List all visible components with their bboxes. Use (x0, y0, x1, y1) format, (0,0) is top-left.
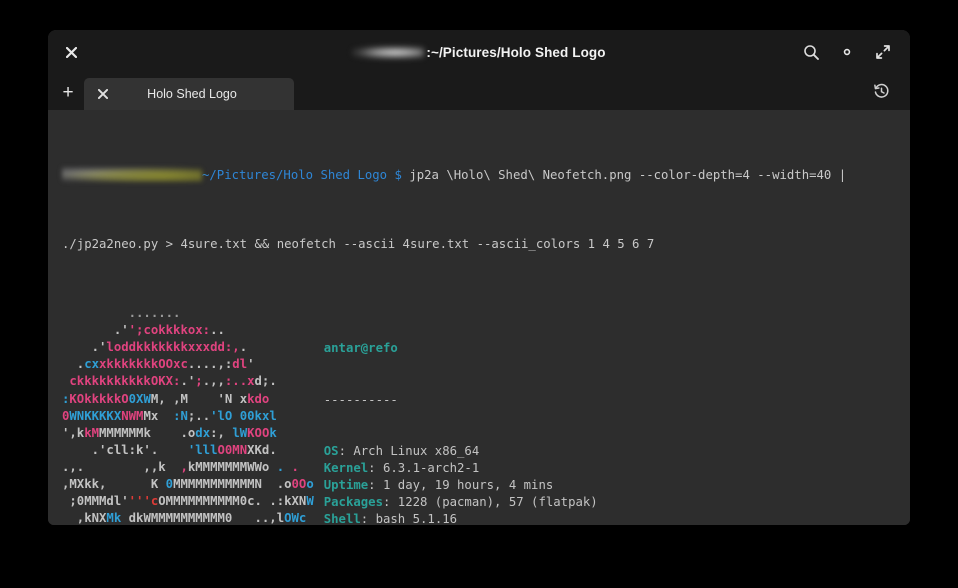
terminal-output[interactable]: ~/Pictures/Holo Shed Logo $ jp2a \Holo\ … (48, 110, 910, 525)
neofetch-separator: ---------- (323, 392, 398, 407)
ascii-art: ....... .'';cokkkkox:.. .'loddkkkkkkkxxx… (62, 305, 314, 525)
search-icon (803, 44, 819, 60)
history-button[interactable] (866, 76, 896, 106)
neofetch-entries: OS: Arch Linux x86_64 Kernel: 6.3.1-arch2… (324, 443, 768, 525)
redacted-username (352, 45, 425, 59)
fullscreen-icon (876, 45, 890, 59)
tabbar-actions (866, 76, 910, 110)
neofetch-entry-value: : 6.3.1-arch2-1 (368, 460, 480, 475)
window-close-button[interactable] (54, 35, 88, 69)
new-tab-button[interactable]: + (52, 77, 84, 107)
search-button[interactable] (796, 37, 826, 67)
close-icon (65, 46, 77, 58)
ascii-art-line: ckkkkkkkkkkOKX:.';.,,:..xd;. (62, 374, 277, 389)
command-text-line1: jp2a \Holo\ Shed\ Neofetch.png --color-d… (409, 168, 847, 183)
ascii-art-line: .cxxkkkkkkkOOxc....,:dl' (62, 357, 255, 372)
ascii-art-line: :KOkkkkkO0XWM, ,M 'N xkdo (62, 391, 270, 406)
fullscreen-button[interactable] (868, 37, 898, 67)
neofetch-entry-label: Packages (323, 495, 383, 510)
ascii-art-line: ',kkMMMMMMMk .odx:, lWKOOk (62, 425, 277, 440)
neofetch-entry-label: Shell (323, 512, 361, 525)
tab-close-button[interactable] (90, 89, 116, 99)
redacted-prompt-user (62, 167, 202, 183)
ascii-art-line: ;0MMMdl''''cOMMMMMMMMMM0c. .:kXNW (62, 494, 314, 509)
ascii-art-line: .'loddkkkkkkkxxxdd:,. (62, 340, 248, 355)
neofetch-entry: Uptime: 1 day, 19 hours, 4 mins (324, 477, 768, 494)
window-title-text: :~/Pictures/Holo Shed Logo (426, 44, 606, 60)
ascii-art-line: ....... (62, 306, 181, 321)
prompt-path: ~/Pictures/Holo Shed Logo (202, 168, 388, 183)
ascii-art-line: ,kNXMk dkWMMMMMMMMMM0 ..,lOWc (62, 511, 307, 525)
ascii-art-line: 0WNKKKKXNWMMx :N;..'lO 00kxl (62, 408, 277, 423)
tab-holo-shed-logo[interactable]: Holo Shed Logo (84, 78, 294, 110)
command-text-line2: ./jp2a2neo.py > 4sure.txt && neofetch --… (62, 236, 655, 251)
neofetch-user-host: antar@refo (323, 341, 398, 356)
neofetch-entry-label: Uptime (323, 477, 369, 492)
tab-bar: + Holo Shed Logo (48, 74, 910, 110)
neofetch-info: antar@refo ---------- OS: Arch Linux x86… (324, 305, 768, 525)
neofetch-entry-value: : Arch Linux x86_64 (338, 443, 480, 458)
neofetch-body: ....... .'';cokkkkox:.. .'loddkkkkkkkxxx… (48, 305, 910, 525)
ascii-art-line: ,MXkk, K 0MMMMMMMMMMMN .o0Oo (62, 476, 314, 491)
gear-icon (843, 48, 851, 56)
settings-button[interactable] (832, 37, 862, 67)
neofetch-entry: Shell: bash 5.1.16 (324, 511, 768, 525)
new-tab-label: + (62, 81, 74, 103)
neofetch-entry: Packages: 1228 (pacman), 57 (flatpak) (324, 494, 768, 511)
prompt-symbol: $ (394, 168, 402, 183)
ascii-art-line: .'cll:k'. 'lllO0MNXKd. (62, 442, 277, 457)
title-bar: :~/Pictures/Holo Shed Logo (48, 30, 910, 74)
neofetch-entry-value: : 1228 (pacman), 57 (flatpak) (382, 495, 598, 510)
titlebar-actions (796, 37, 910, 67)
neofetch-entry-label: Kernel (323, 460, 369, 475)
history-icon (873, 83, 889, 98)
ascii-art-line: .'';cokkkkox:.. (62, 323, 225, 338)
neofetch-entry-value: : bash 5.1.16 (360, 512, 458, 525)
tab-label: Holo Shed Logo (147, 87, 237, 101)
command-prompt-line: ~/Pictures/Holo Shed Logo $ jp2a \Holo\ … (48, 167, 910, 184)
neofetch-entry-label: OS (323, 443, 339, 458)
neofetch-entry: OS: Arch Linux x86_64 (324, 443, 768, 460)
ascii-art-line: .,. ,,k ,kMMMMMMMWWo . . (62, 459, 299, 474)
neofetch-entry-value: : 1 day, 19 hours, 4 mins (368, 477, 554, 492)
neofetch-entry: Kernel: 6.3.1-arch2-1 (324, 460, 768, 477)
window-title: :~/Pictures/Holo Shed Logo (48, 45, 910, 60)
close-icon (98, 89, 108, 99)
terminal-window: :~/Pictures/Holo Shed Logo + Holo Shed L… (48, 30, 910, 525)
